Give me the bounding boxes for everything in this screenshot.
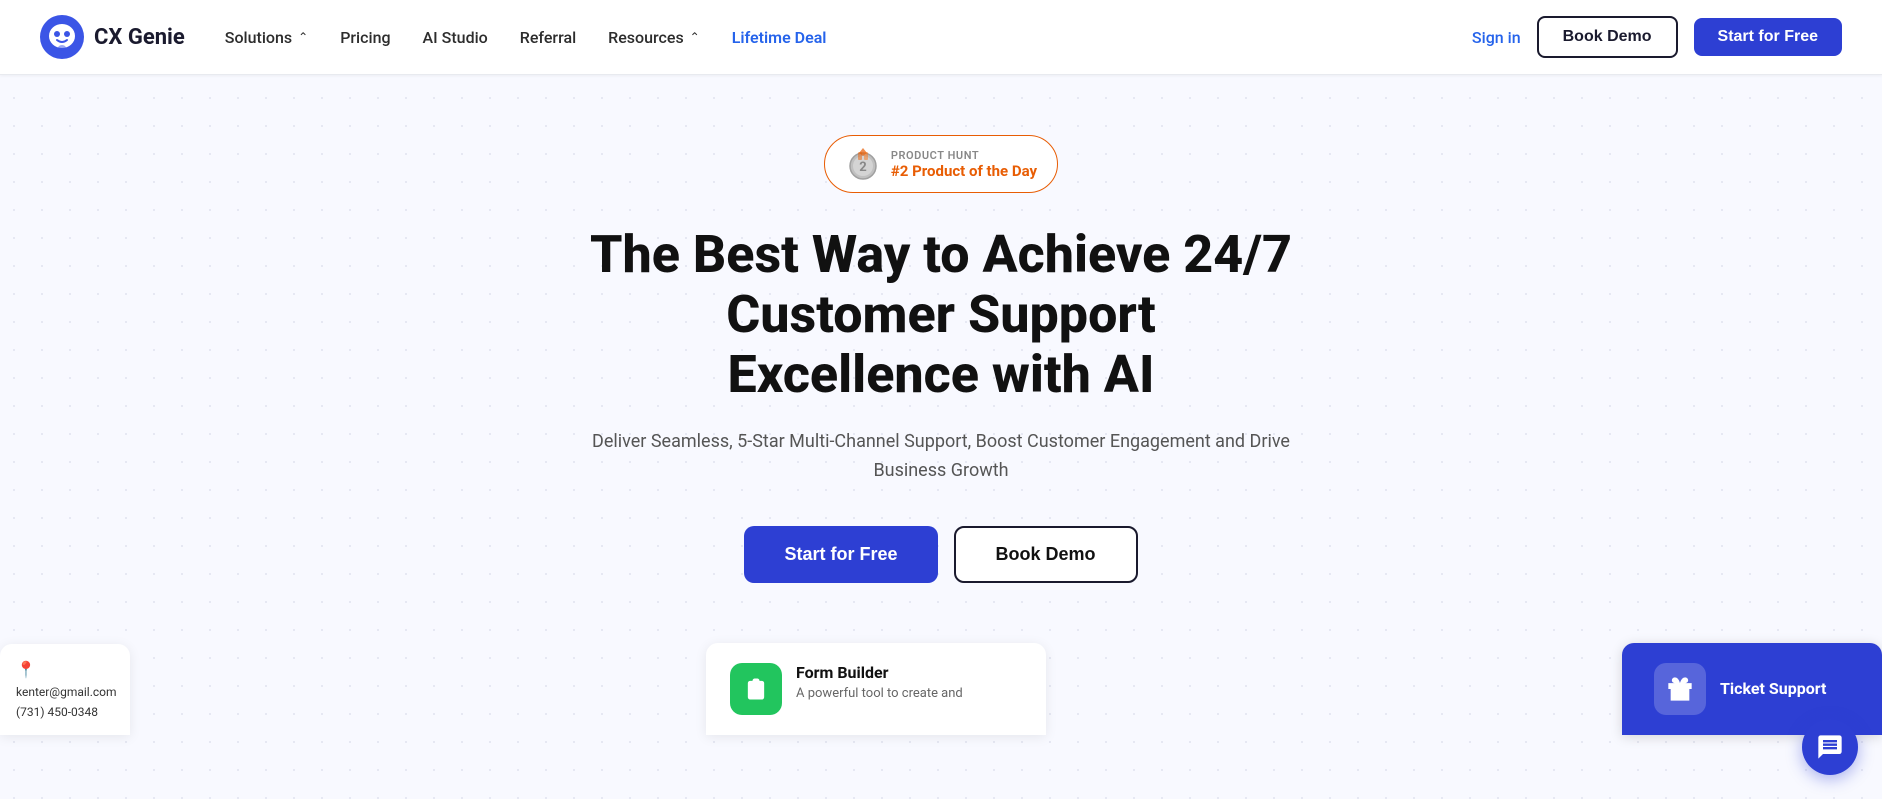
nav-ai-studio[interactable]: AI Studio bbox=[423, 28, 488, 47]
form-builder-card: Form Builder A powerful tool to create a… bbox=[706, 643, 1046, 735]
nav-resources[interactable]: Resources ⌃ bbox=[608, 28, 700, 47]
nav-links: Solutions ⌃ Pricing AI Studio Referral R… bbox=[225, 28, 827, 47]
ticket-support-card: Ticket Support bbox=[1622, 643, 1882, 735]
ph-label: PRODUCT HUNT bbox=[891, 149, 1037, 162]
form-builder-title: Form Builder bbox=[796, 663, 963, 682]
hero-subtext: Deliver Seamless, 5-Star Multi-Channel S… bbox=[591, 428, 1291, 486]
chevron-down-icon: ⌃ bbox=[298, 30, 308, 44]
logo[interactable]: CX Genie bbox=[40, 15, 185, 59]
bottom-cards: 📍 kenter@gmail.com (731) 450-0348 Form B… bbox=[0, 643, 1882, 735]
nav-right: Sign in Book Demo Start for Free bbox=[1472, 16, 1842, 58]
ph-title: #2 Product of the Day bbox=[891, 162, 1037, 180]
hero-buttons: Start for Free Book Demo bbox=[744, 526, 1137, 583]
nav-referral[interactable]: Referral bbox=[520, 28, 576, 47]
nav-solutions[interactable]: Solutions ⌃ bbox=[225, 28, 308, 47]
contact-email: kenter@gmail.com bbox=[16, 685, 114, 699]
form-builder-text: Form Builder A powerful tool to create a… bbox=[796, 663, 963, 701]
location-icon: 📍 bbox=[16, 660, 114, 679]
left-contact-card: 📍 kenter@gmail.com (731) 450-0348 bbox=[0, 644, 130, 735]
start-for-free-nav-button[interactable]: Start for Free bbox=[1694, 18, 1842, 56]
product-hunt-text: PRODUCT HUNT #2 Product of the Day bbox=[891, 149, 1037, 180]
svg-text:2: 2 bbox=[859, 160, 866, 175]
nav-pricing[interactable]: Pricing bbox=[340, 28, 390, 47]
form-builder-icon bbox=[730, 663, 782, 715]
hero-heading: The Best Way to Achieve 24/7 Customer Su… bbox=[491, 225, 1391, 404]
chat-support-button[interactable] bbox=[1802, 719, 1858, 775]
sign-in-link[interactable]: Sign in bbox=[1472, 28, 1521, 47]
hero-section: 2 PRODUCT HUNT #2 Product of the Day The… bbox=[0, 75, 1882, 643]
ticket-support-icon bbox=[1654, 663, 1706, 715]
product-hunt-badge: 2 PRODUCT HUNT #2 Product of the Day bbox=[824, 135, 1058, 193]
brand-name: CX Genie bbox=[94, 25, 185, 50]
navbar: CX Genie Solutions ⌃ Pricing AI Studio R… bbox=[0, 0, 1882, 75]
chevron-down-icon: ⌃ bbox=[690, 30, 700, 44]
nav-lifetime-deal[interactable]: Lifetime Deal bbox=[732, 28, 827, 47]
ticket-support-title: Ticket Support bbox=[1720, 679, 1826, 698]
contact-phone: (731) 450-0348 bbox=[16, 705, 114, 719]
book-demo-hero-button[interactable]: Book Demo bbox=[954, 526, 1138, 583]
form-builder-desc: A powerful tool to create and bbox=[796, 686, 963, 701]
book-demo-nav-button[interactable]: Book Demo bbox=[1537, 16, 1678, 58]
start-for-free-hero-button[interactable]: Start for Free bbox=[744, 526, 937, 583]
